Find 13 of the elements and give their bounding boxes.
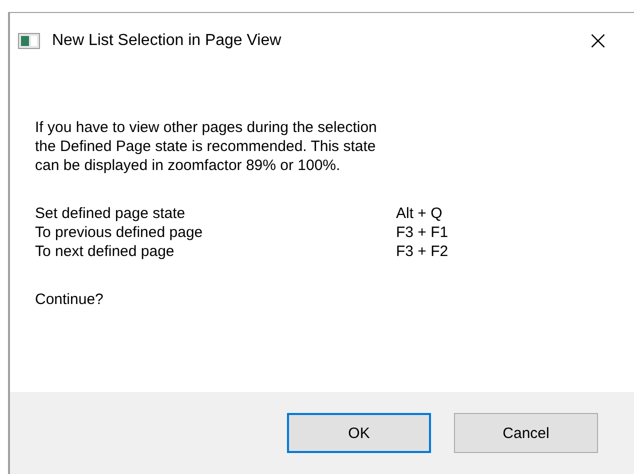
shortcut-keys: F3 + F2 <box>396 242 634 261</box>
ok-button[interactable]: OK <box>287 413 431 453</box>
shortcut-keys: Alt + Q <box>396 204 634 223</box>
shortcut-action: Set defined page state <box>35 204 186 223</box>
question-text: Continue? <box>35 290 104 309</box>
shortcut-action: To next defined page <box>35 242 176 261</box>
shortcut-keys: F3 + F1 <box>396 223 634 242</box>
close-button[interactable]: × <box>576 26 620 56</box>
window-icon <box>18 33 40 49</box>
cancel-button[interactable]: Cancel <box>454 413 598 453</box>
message-text: If you have to view other pages during the selection the Defined Page state is recommended. This state can be displayed in zoomfactor 89% or 100%. <box>35 118 378 175</box>
shortcut-action: To previous defined page <box>35 223 204 242</box>
window-title: New List Selection in Page View <box>52 32 282 50</box>
